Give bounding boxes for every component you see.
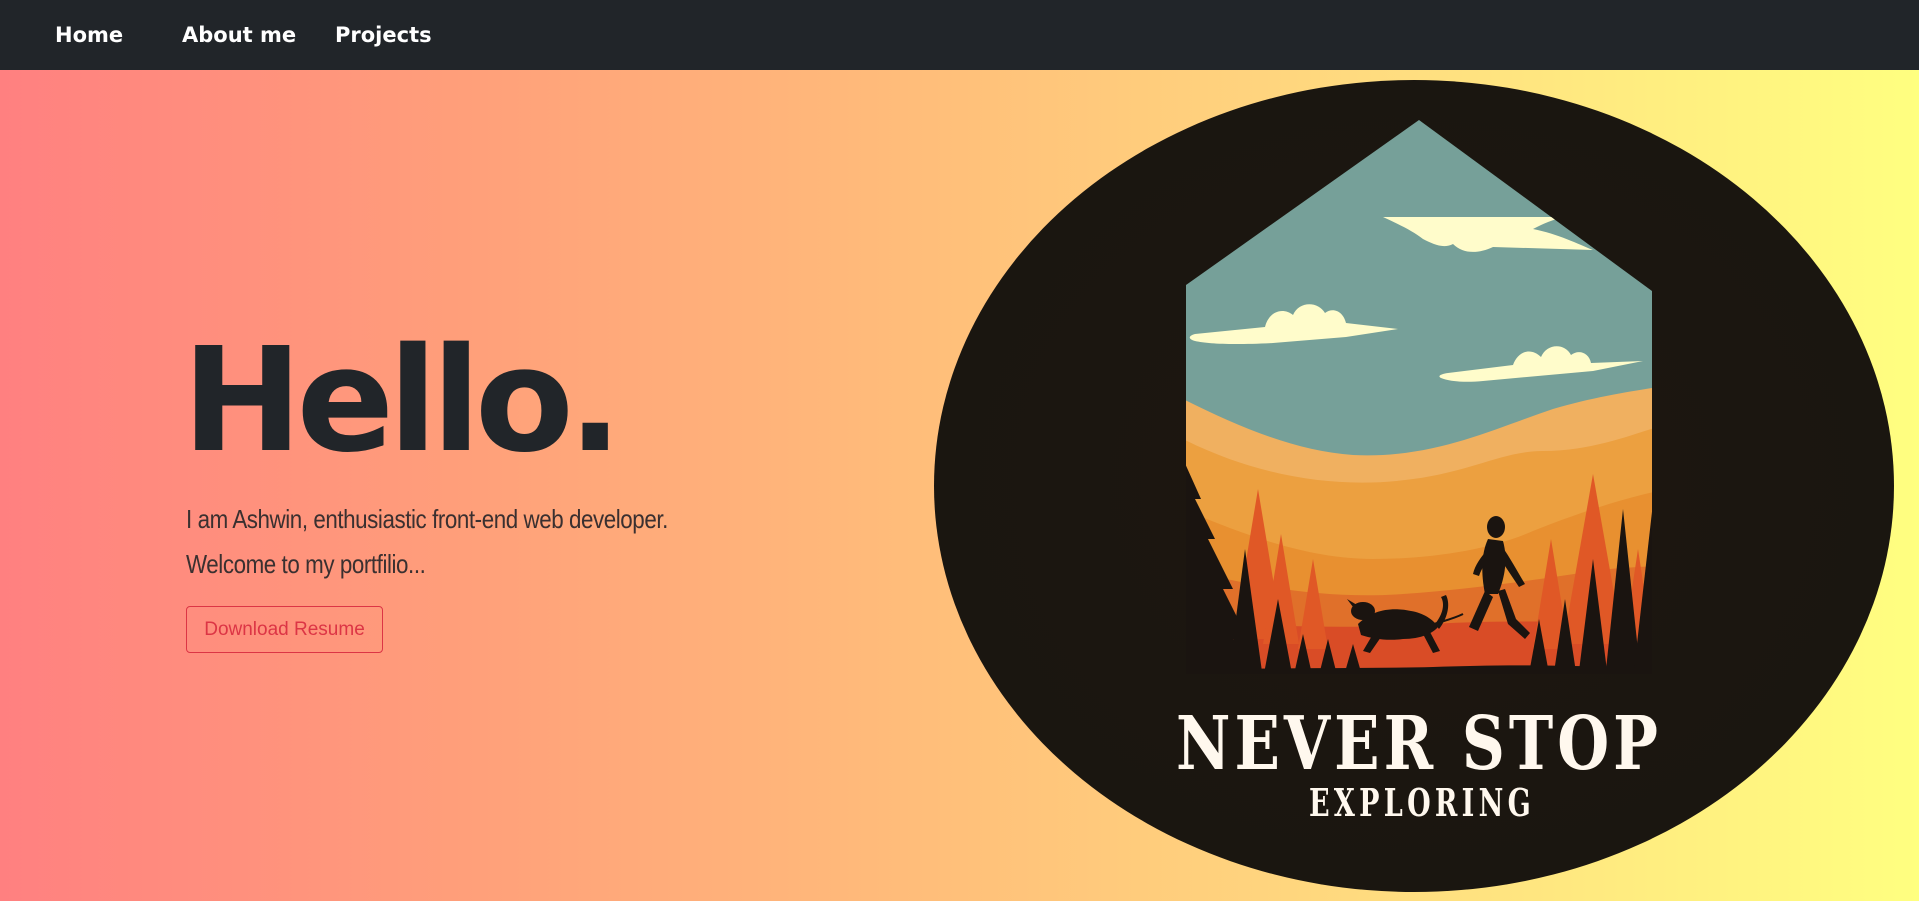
nav-about-link[interactable]: About me (182, 0, 296, 70)
never-stop-exploring-illustration: NEVER STOP EXPLORING (933, 79, 1895, 893)
navbar: Home About me Projects (0, 0, 1919, 70)
nav-home-link[interactable]: Home (55, 0, 123, 70)
badge-headline: NEVER STOP (1176, 701, 1662, 787)
intro-text: I am Ashwin, enthusiastic front-end web … (186, 504, 668, 534)
download-resume-button[interactable]: Download Resume (186, 606, 383, 653)
welcome-text: Welcome to my portfilio... (186, 549, 426, 579)
nav-projects-link[interactable]: Projects (335, 0, 432, 70)
badge-subline: EXPLORING (1309, 780, 1535, 825)
hero-title: Hello. (182, 316, 623, 484)
